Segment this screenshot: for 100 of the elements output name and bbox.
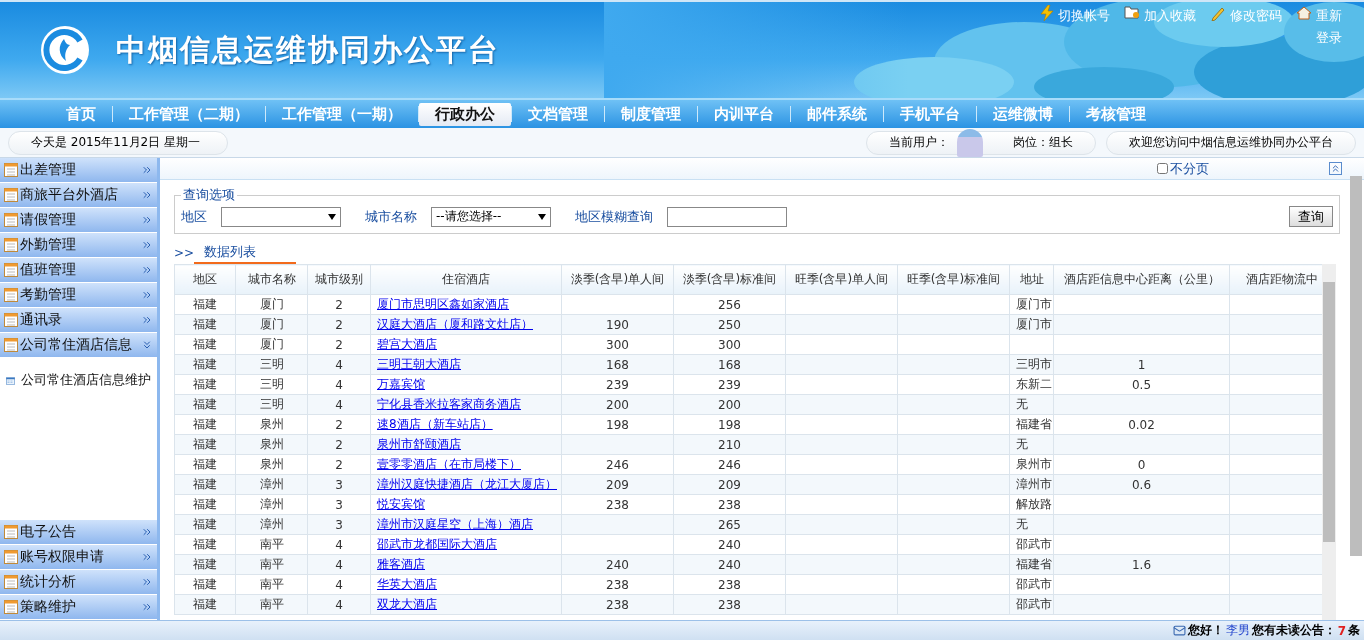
- calendar-icon: [4, 575, 18, 589]
- hotel-link[interactable]: 漳州汉庭快捷酒店（龙江大厦店）: [377, 477, 557, 491]
- nav-tab[interactable]: 行政办公: [419, 102, 511, 126]
- calendar-icon: [4, 238, 18, 252]
- table-cell: 福建: [174, 574, 236, 595]
- sidebar-item[interactable]: 统计分析: [0, 570, 157, 595]
- column-header: 地区: [174, 264, 236, 295]
- sidebar-item[interactable]: 策略维护: [0, 595, 157, 620]
- logo: [40, 25, 90, 75]
- lightning-icon: [1040, 5, 1054, 21]
- table-cell: 福建: [174, 414, 236, 435]
- sidebar-item[interactable]: 外勤管理: [0, 233, 157, 258]
- calendar-icon: [4, 263, 18, 277]
- unread-count: 7: [1337, 623, 1346, 638]
- pencil-icon: [1210, 5, 1226, 21]
- table-cell: 福建: [174, 534, 236, 555]
- sidebar-item[interactable]: 请假管理: [0, 208, 157, 233]
- hotel-link[interactable]: 宁化县香米拉客家商务酒店: [377, 397, 521, 411]
- table-cell: 福建: [174, 554, 236, 575]
- no-paging-checkbox[interactable]: [1157, 163, 1168, 174]
- hotel-link[interactable]: 三明王朝大酒店: [377, 357, 461, 371]
- column-header: 淡季(含早)单人间: [561, 264, 674, 295]
- user-label: 当前用户：: [889, 134, 949, 151]
- hotel-link[interactable]: 碧宫大酒店: [377, 337, 437, 351]
- hotel-link[interactable]: 悦安宾馆: [377, 497, 425, 511]
- hotel-link[interactable]: 厦门市思明区鑫如家酒店: [377, 297, 509, 311]
- table-cell: 福建: [174, 514, 236, 535]
- sidebar-item[interactable]: 电子公告: [0, 520, 157, 545]
- caret-icon: [328, 213, 336, 220]
- sidebar-item[interactable]: 出差管理: [0, 158, 157, 183]
- checkbox-label: 不分页: [1170, 159, 1209, 178]
- calendar-icon: [4, 163, 18, 177]
- calendar-icon: [4, 213, 18, 227]
- input-field[interactable]: [667, 206, 787, 227]
- calendar-icon: [4, 600, 18, 614]
- collapse-icon[interactable]: [1329, 162, 1342, 175]
- table-cell: 福建: [174, 354, 236, 375]
- field-label: 城市名称: [365, 207, 417, 226]
- page-scrollbar[interactable]: [1350, 176, 1362, 556]
- welcome-panel: 欢迎您访问中烟信息运维协同办公平台: [1106, 130, 1356, 155]
- sidebar-item[interactable]: 账号权限申请: [0, 545, 157, 570]
- hotel-link[interactable]: 雅客酒店: [377, 557, 425, 571]
- column-header: 酒店距信息中心距离（公里）: [1053, 264, 1230, 295]
- greeting-text: 您好！: [1187, 622, 1224, 639]
- table-cell: 福建: [174, 454, 236, 475]
- hotel-link[interactable]: 华英大酒店: [377, 577, 437, 591]
- city-select[interactable]: --请您选择--: [431, 206, 551, 227]
- position-text: 岗位：组长: [1013, 134, 1073, 151]
- query-legend: 查询选项: [181, 186, 237, 204]
- app-title: 中烟信息运维协同办公平台: [116, 30, 500, 69]
- calendar-icon: [4, 288, 18, 302]
- column-header: 酒店距物流中: [1229, 264, 1322, 295]
- hotel-link[interactable]: 邵武市龙都国际大酒店: [377, 537, 497, 551]
- caret-icon: [538, 213, 546, 220]
- sidebar-item[interactable]: 值班管理: [0, 258, 157, 283]
- calendar-icon: [4, 550, 18, 564]
- column-header: 住宿酒店: [370, 264, 562, 295]
- submenu-item[interactable]: 公司常住酒店信息维护: [0, 358, 157, 403]
- calendar-icon: [4, 338, 18, 352]
- region-select[interactable]: [221, 206, 341, 227]
- table-cell: 福建: [174, 594, 236, 615]
- hotel-link[interactable]: 漳州市汉庭星空（上海）酒店: [377, 517, 533, 531]
- folder-plus-icon: [1124, 5, 1140, 19]
- sidebar-item[interactable]: 考勤管理: [0, 283, 157, 308]
- column-header: 旺季(含早)单人间: [785, 264, 898, 295]
- hotel-link[interactable]: 双龙大酒店: [377, 597, 437, 611]
- table-cell: 福建: [174, 434, 236, 455]
- sidebar-item[interactable]: 商旅平台外酒店: [0, 183, 157, 208]
- home-icon: [1296, 5, 1312, 21]
- table-cell: 福建: [174, 494, 236, 515]
- mail-icon: [1172, 624, 1186, 637]
- column-header: 城市名称: [235, 264, 308, 295]
- hotel-link[interactable]: 壹零零酒店（在市局楼下）: [377, 457, 521, 471]
- column-header: 城市级别: [307, 264, 371, 295]
- user-link[interactable]: 李男: [1225, 622, 1250, 639]
- date-panel: 今天是 2015年11月2日 星期一: [8, 130, 228, 155]
- table-cell: 福建: [174, 334, 236, 355]
- field-label: 地区模糊查询: [575, 207, 653, 226]
- unit-text: 条: [1348, 622, 1360, 639]
- table-cell: 福建: [174, 314, 236, 335]
- redaction-mark: [957, 128, 983, 157]
- table-cell: 福建: [174, 294, 236, 315]
- sidebar-item[interactable]: 通讯录: [0, 308, 157, 333]
- scrollbar[interactable]: [1322, 264, 1336, 620]
- hotel-link[interactable]: 泉州市舒颐酒店: [377, 437, 461, 451]
- hotel-link[interactable]: 汉庭大酒店（厦和路文灶店）: [377, 317, 533, 331]
- calendar-icon: [4, 313, 18, 327]
- field-label: 地区: [181, 207, 207, 226]
- column-header: 旺季(含早)标准间: [897, 264, 1010, 295]
- arrow-text: >>: [174, 246, 195, 260]
- column-header: 地址: [1009, 264, 1054, 295]
- calendar-icon: [4, 188, 18, 202]
- column-header: 淡季(含早)标准间: [673, 264, 786, 295]
- search-button[interactable]: 查询: [1289, 206, 1333, 227]
- calendar-icon: [4, 525, 18, 539]
- table-cell: 福建: [174, 374, 236, 395]
- notice-text: 您有未读公告：: [1251, 622, 1336, 639]
- sidebar-item[interactable]: 公司常住酒店信息: [0, 333, 157, 358]
- hotel-link[interactable]: 万嘉宾馆: [377, 377, 425, 391]
- hotel-link[interactable]: 速8酒店（新车站店）: [377, 417, 493, 431]
